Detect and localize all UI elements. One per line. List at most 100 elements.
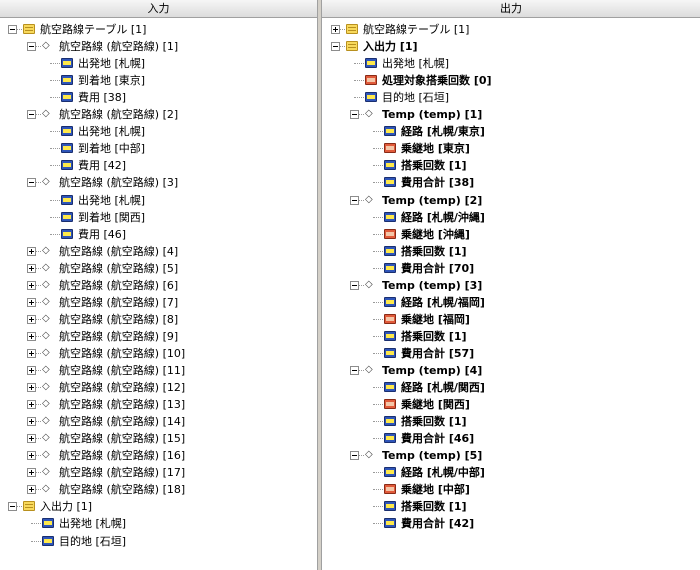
tree-row[interactable]: 経路 [札幌/関西] [322,379,700,396]
tree-row[interactable]: 航空路線テーブル [1] [0,21,317,38]
collapse-icon[interactable] [350,451,359,461]
tree-row[interactable]: ◇ 航空路線 (航空路線) [3] [0,174,317,191]
computed-field-icon [384,399,396,410]
tree-row[interactable]: 乗継地 [沖縄] [322,226,700,243]
tree-row[interactable]: 目的地 [石垣] [0,533,317,550]
tree-row[interactable]: ◇ 航空路線 (航空路線) [6] [0,277,317,294]
tree-row[interactable]: ◇ 航空路線 (航空路線) [18] [0,481,317,498]
tree-row[interactable]: 出発地 [札幌] [0,515,317,532]
tree-row[interactable]: 乗継地 [中部] [322,481,700,498]
tree-row[interactable]: ◇ Temp (temp) [2] [322,192,700,209]
expand-icon[interactable] [27,297,36,307]
tree-row[interactable]: 搭乗回数 [1] [322,498,700,515]
expand-icon[interactable] [27,400,36,410]
expand-icon[interactable] [27,383,36,393]
tree-row[interactable]: 搭乗回数 [1] [322,157,700,174]
collapse-icon[interactable] [350,195,359,205]
collapse-icon[interactable] [331,42,340,52]
tree-row[interactable]: 搭乗回数 [1] [322,328,700,345]
tree-row[interactable]: ◇ Temp (temp) [1] [322,106,700,123]
expand-icon[interactable] [27,263,36,273]
tree-row[interactable]: ◇ 航空路線 (航空路線) [17] [0,464,317,481]
tree-row[interactable]: 経路 [札幌/福岡] [322,294,700,311]
tree-row[interactable]: 費用合計 [38] [322,174,700,191]
tree-connector [50,199,60,202]
collapse-icon[interactable] [8,25,17,34]
expand-icon[interactable] [27,451,36,461]
table-icon [23,501,35,512]
tree-row[interactable]: 出発地 [札幌] [0,55,317,72]
tree-row[interactable]: 費用 [38] [0,89,317,106]
tree-row[interactable]: ◇ 航空路線 (航空路線) [11] [0,362,317,379]
expand-icon[interactable] [27,280,36,290]
collapse-icon[interactable] [27,42,36,52]
tree-row[interactable]: 費用合計 [57] [322,345,700,362]
tree-connector [373,250,383,253]
field-icon [384,433,396,444]
tree-row[interactable]: ◇ 航空路線 (航空路線) [8] [0,311,317,328]
tree-row[interactable]: ◇ 航空路線 (航空路線) [4] [0,243,317,260]
tree-row[interactable]: ◇ 航空路線 (航空路線) [14] [0,413,317,430]
expand-icon[interactable] [27,485,36,495]
tree-connector [373,131,383,133]
tree-row[interactable]: 目的地 [石垣] [322,89,700,106]
tree-row[interactable]: 乗継地 [関西] [322,396,700,413]
tree-node-label: 航空路線 (航空路線) [9] [59,329,179,343]
tree-row[interactable]: 到着地 [中部] [0,140,317,157]
collapse-icon[interactable] [27,178,36,188]
tree-row[interactable]: 航空路線テーブル [1] [322,21,700,38]
tree-connector [373,267,383,270]
collapse-icon[interactable] [350,280,359,290]
tree-row[interactable]: 搭乗回数 [1] [322,243,700,260]
tree-row[interactable]: 経路 [札幌/東京] [322,123,700,140]
expand-icon[interactable] [331,25,340,34]
expand-icon[interactable] [27,468,36,478]
tree-row[interactable]: 費用 [46] [0,226,317,243]
tree-row[interactable]: 乗継地 [東京] [322,140,700,157]
tree-row[interactable]: ◇ 航空路線 (航空路線) [7] [0,294,317,311]
tree-row[interactable]: 経路 [札幌/沖縄] [322,209,700,226]
tree-row[interactable]: ◇ 航空路線 (航空路線) [15] [0,430,317,447]
tree-row[interactable]: ◇ 航空路線 (航空路線) [10] [0,345,317,362]
tree-row[interactable]: 到着地 [関西] [0,209,317,226]
collapse-icon[interactable] [350,110,359,120]
collapse-icon[interactable] [8,502,17,512]
tree-row[interactable]: ◇ 航空路線 (航空路線) [16] [0,447,317,464]
expand-icon[interactable] [27,331,36,341]
expand-icon[interactable] [27,366,36,375]
tree-row[interactable]: 経路 [札幌/中部] [322,464,700,481]
tree-row[interactable]: ◇ 航空路線 (航空路線) [9] [0,328,317,345]
tree-row[interactable]: ◇ Temp (temp) [4] [322,362,700,379]
tree-row[interactable]: 乗継地 [福岡] [322,311,700,328]
expand-icon[interactable] [27,246,36,256]
tree-row[interactable]: 到着地 [東京] [0,72,317,89]
expand-icon[interactable] [27,314,36,324]
tree-row[interactable]: 費用合計 [70] [322,260,700,277]
tree-row[interactable]: 入出力 [1] [322,38,700,55]
tree-row[interactable]: 費用合計 [46] [322,430,700,447]
tree-connector [373,182,383,184]
tree-row[interactable]: 搭乗回数 [1] [322,413,700,430]
tree-row[interactable]: 処理対象搭乗回数 [0] [322,72,700,89]
tree-row[interactable]: ◇ 航空路線 (航空路線) [5] [0,260,317,277]
tree-row[interactable]: ◇ 航空路線 (航空路線) [12] [0,379,317,396]
tree-row[interactable]: ◇ Temp (temp) [3] [322,277,700,294]
tree-row[interactable]: 費用 [42] [0,157,317,174]
tree-row[interactable]: ◇ 航空路線 (航空路線) [1] [0,38,317,55]
tree-row[interactable]: ◇ Temp (temp) [5] [322,447,700,464]
tree-row[interactable]: 出発地 [札幌] [0,192,317,209]
expand-icon[interactable] [27,348,36,358]
collapse-icon[interactable] [27,110,36,120]
tree-row[interactable]: 費用合計 [42] [322,515,700,532]
tree-connector [50,165,60,167]
tree-row[interactable]: 出発地 [札幌] [0,123,317,140]
expand-icon[interactable] [27,417,36,427]
tree-node-label: 費用合計 [46] [401,432,475,446]
tree-row[interactable]: 出発地 [札幌] [322,55,700,72]
collapse-icon[interactable] [350,366,359,375]
tree-row[interactable]: 入出力 [1] [0,498,317,515]
tree-row[interactable]: ◇ 航空路線 (航空路線) [2] [0,106,317,123]
tree-row[interactable]: ◇ 航空路線 (航空路線) [13] [0,396,317,413]
field-icon [42,535,54,546]
expand-icon[interactable] [27,434,36,444]
